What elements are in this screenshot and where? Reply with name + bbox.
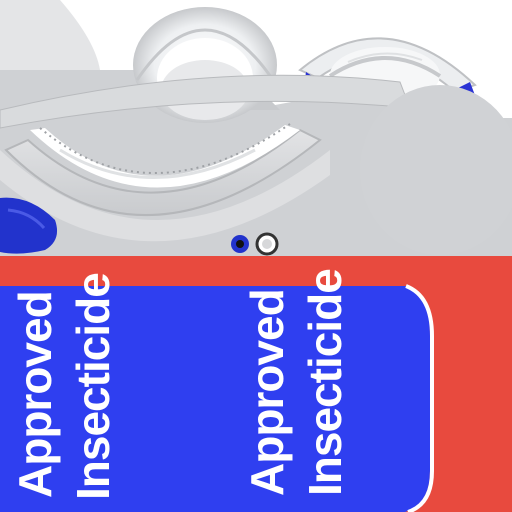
texture-atlas: Approved Insecticide Approved Insecticid… bbox=[0, 0, 512, 512]
label-text-left: Approved Insecticide bbox=[9, 273, 119, 500]
can-parts-texture bbox=[0, 0, 512, 256]
label-text-right: Approved Insecticide bbox=[241, 269, 351, 496]
gray-panel-top-left bbox=[0, 0, 100, 70]
